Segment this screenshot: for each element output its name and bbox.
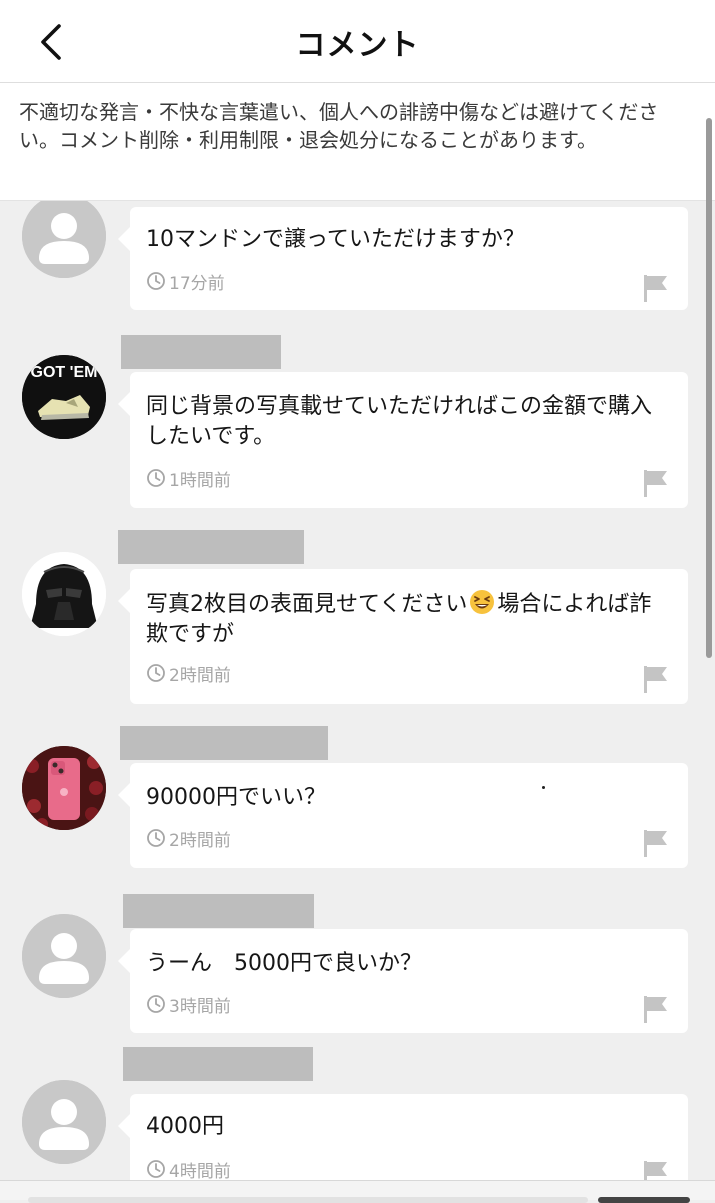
page-title: コメント — [295, 28, 420, 63]
report-button[interactable] — [642, 664, 670, 694]
user-avatar[interactable] — [22, 1080, 106, 1164]
flag-icon — [644, 996, 667, 1023]
user-avatar[interactable]: GOT 'EM — [22, 355, 106, 439]
timestamp-label: 17分前 — [169, 273, 225, 294]
redacted-username — [118, 530, 304, 564]
comment-item: 写真2枚目の表面見せてください 場合によれば詐欺ですが 2時間前 — [0, 530, 715, 705]
comment-bubble: 90000円でいい？ 2時間前 — [118, 763, 688, 868]
comment-timestamp: 4時間前 — [146, 1157, 231, 1182]
stray-dot — [542, 786, 545, 789]
user-avatar[interactable] — [22, 914, 106, 998]
darth-vader-helmet-photo — [22, 552, 106, 636]
comment-item: GOT 'EM 同じ背景の写真載せていただければこの金額で購入したいです。 1時… — [0, 335, 715, 510]
redacted-username — [121, 335, 281, 369]
timestamp-label: 2時間前 — [169, 830, 231, 851]
gotem-sneaker-photo: GOT 'EM — [22, 355, 106, 439]
timestamp-label: 2時間前 — [169, 665, 231, 686]
comment-item: 90000円でいい？ 2時間前 — [0, 726, 715, 871]
comment-bubble: 写真2枚目の表面見せてください 場合によれば詐欺ですが 2時間前 — [118, 569, 688, 704]
comment-timestamp: 3時間前 — [146, 992, 231, 1017]
clock-icon — [147, 995, 165, 1013]
comment-text-part: 写真2枚目の表面見せてください — [146, 592, 468, 617]
report-button[interactable] — [642, 994, 670, 1024]
comment-list[interactable]: 10マンドンで譲っていただけますか？ 17分前 GOT 'EM 同じ背景の写真載… — [0, 201, 715, 1199]
flag-icon — [644, 666, 667, 693]
timestamp-label: 1時間前 — [169, 470, 231, 491]
comment-item: 10マンドンで譲っていただけますか？ 17分前 — [0, 201, 715, 311]
comment-timestamp: 2時間前 — [146, 661, 231, 686]
clock-icon — [147, 272, 165, 290]
report-button[interactable] — [642, 273, 670, 303]
comment-text: 90000円でいい？ — [146, 785, 326, 810]
comment-text: うーん 5000円で良いか？ — [146, 951, 422, 976]
comment-item: 4000円 4時間前 — [0, 1047, 715, 1198]
comment-timestamp: 2時間前 — [146, 826, 231, 851]
comment-bubble: 同じ背景の写真載せていただければこの金額で購入したいです。 1時間前 — [118, 372, 688, 508]
comment-timestamp: 1時間前 — [146, 466, 231, 491]
clock-icon — [147, 829, 165, 847]
report-button[interactable] — [642, 828, 670, 858]
comment-input-bar — [0, 1180, 715, 1203]
top-navigation-bar: コメント — [0, 0, 715, 83]
timestamp-label: 4時間前 — [169, 1161, 231, 1182]
user-avatar[interactable] — [22, 201, 106, 278]
flag-icon — [644, 830, 667, 857]
comment-text: 同じ背景の写真載せていただければこの金額で購入したいです。 — [146, 394, 653, 449]
redacted-username — [123, 894, 314, 928]
redacted-username — [123, 1047, 313, 1081]
clock-icon — [147, 1160, 165, 1178]
comment-text: 10マンドンで譲っていただけますか？ — [146, 227, 525, 252]
gotem-logo-text: GOT 'EM — [31, 364, 98, 381]
default-user-icon — [22, 201, 106, 278]
notice-text: 不適切な発言・不快な言葉遣い、個人への誹謗中傷などは避けてください。コメント削除… — [19, 100, 659, 152]
comment-text: 4000円 — [146, 1114, 224, 1139]
user-avatar[interactable] — [22, 552, 106, 636]
pink-phone-photo — [22, 746, 106, 830]
comment-bubble: 10マンドンで譲っていただけますか？ 17分前 — [118, 207, 688, 310]
grinning-squinting-face-emoji — [469, 589, 495, 615]
flag-icon — [644, 275, 667, 302]
comment-item: うーん 5000円で良いか？ 3時間前 — [0, 894, 715, 1034]
user-avatar[interactable] — [22, 746, 106, 830]
clock-icon — [147, 469, 165, 487]
flag-icon — [644, 470, 667, 497]
default-user-icon — [22, 914, 106, 998]
clock-icon — [147, 664, 165, 682]
comment-timestamp: 17分前 — [146, 269, 225, 294]
default-user-icon — [22, 1080, 106, 1164]
community-guidelines-notice: 不適切な発言・不快な言葉遣い、個人への誹謗中傷などは避けてください。コメント削除… — [0, 83, 715, 201]
comment-bubble: うーん 5000円で良いか？ 3時間前 — [118, 929, 688, 1033]
comment-input[interactable] — [28, 1197, 588, 1203]
timestamp-label: 3時間前 — [169, 996, 231, 1017]
redacted-username — [120, 726, 328, 760]
report-button[interactable] — [642, 468, 670, 498]
comment-text: 写真2枚目の表面見せてください 場合によれば詐欺ですが — [146, 589, 671, 650]
send-button[interactable] — [598, 1197, 690, 1203]
